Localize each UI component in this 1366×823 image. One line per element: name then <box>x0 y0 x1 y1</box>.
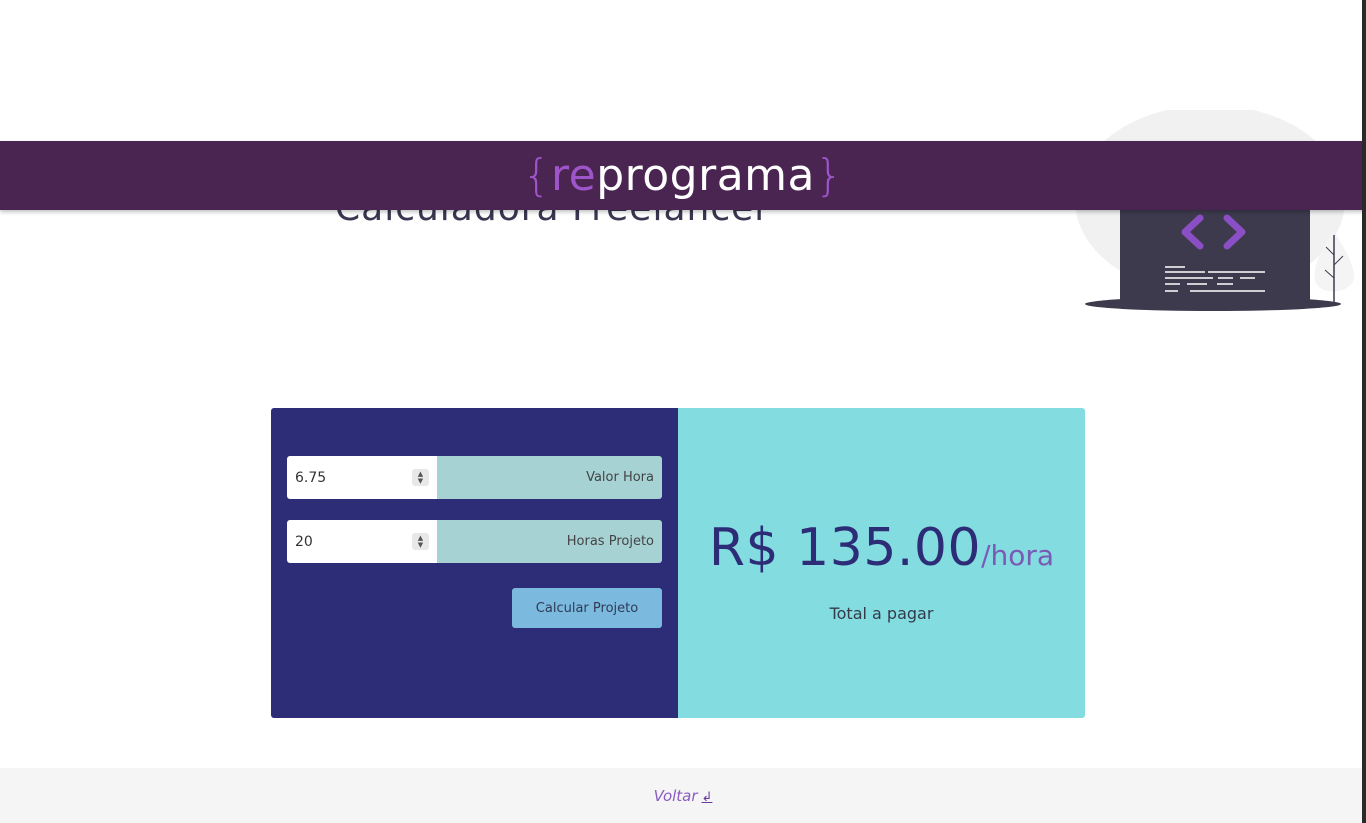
total-value: R$ 135.00 <box>708 518 982 578</box>
logo-suffix: programa <box>596 149 815 201</box>
chevron-down-icon[interactable]: ▼ <box>418 541 423 549</box>
result-panel: R$ 135.00/hora Total a pagar <box>678 408 1085 718</box>
hourly-rate-row: 6.75 ▲ ▼ Valor Hora <box>287 456 662 499</box>
header-bar: {reprograma} <box>0 141 1366 210</box>
reprograma-logo[interactable]: {reprograma} <box>523 153 844 198</box>
project-hours-stepper[interactable]: ▲ ▼ <box>412 533 429 550</box>
window-edge <box>1362 0 1366 823</box>
calculator-form: 6.75 ▲ ▼ Valor Hora 20 ▲ ▼ Horas Projeto… <box>271 408 678 718</box>
return-arrow-icon: ↲ <box>701 789 713 805</box>
back-label: Voltar <box>653 786 698 805</box>
hourly-rate-stepper[interactable]: ▲ ▼ <box>412 469 429 486</box>
footer: Voltar ↲ <box>0 768 1366 823</box>
total-unit: /hora <box>981 539 1055 572</box>
calculate-project-button[interactable]: Calcular Projeto <box>512 588 662 628</box>
hourly-rate-label: Valor Hora <box>437 456 662 499</box>
project-hours-value: 20 <box>295 533 313 550</box>
project-hours-input[interactable]: 20 ▲ ▼ <box>287 520 437 563</box>
hourly-rate-value: 6.75 <box>295 469 327 486</box>
chevron-down-icon[interactable]: ▼ <box>418 477 423 485</box>
project-hours-row: 20 ▲ ▼ Horas Projeto <box>287 520 662 563</box>
back-link[interactable]: Voltar ↲ <box>654 787 713 805</box>
calculator-card: 6.75 ▲ ▼ Valor Hora 20 ▲ ▼ Horas Projeto… <box>271 408 1085 718</box>
logo-prefix: re <box>551 149 597 201</box>
total-label: Total a pagar <box>829 604 934 623</box>
logo-brace-close: } <box>814 149 844 201</box>
project-hours-label: Horas Projeto <box>437 520 662 563</box>
total-display: R$ 135.00/hora <box>678 518 1085 578</box>
hourly-rate-input[interactable]: 6.75 ▲ ▼ <box>287 456 437 499</box>
logo-brace-open: { <box>522 149 551 201</box>
